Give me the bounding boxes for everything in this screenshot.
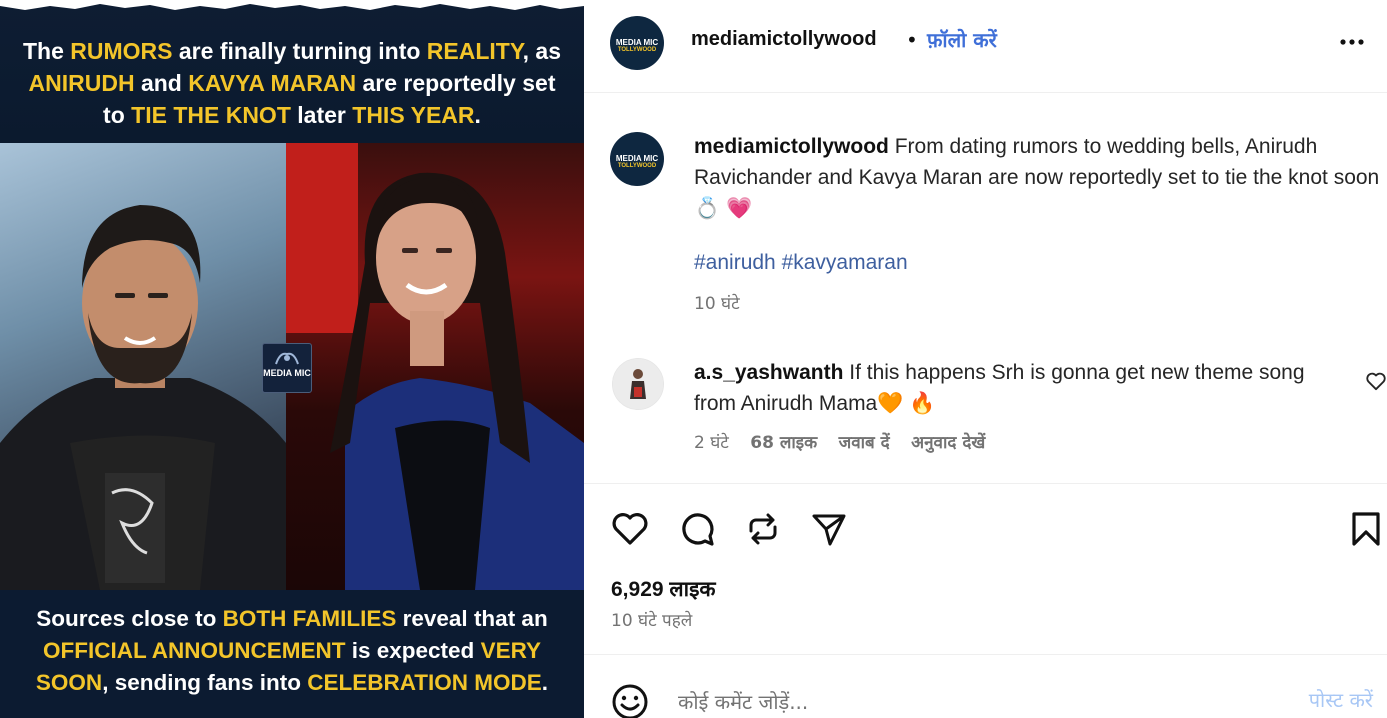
heart-icon[interactable] [610,509,650,549]
image-subtext: Sources close to BOTH FAMILIES reveal th… [0,603,584,699]
man-figure [0,205,286,590]
post-header: MEDIA MIC TOLLYWOOD mediamictollywood • … [584,0,1387,93]
plain-text: . [541,670,549,695]
posted-time: 10 घंटे पहले [611,611,693,631]
headline-line-3: to TIE THE KNOT later THIS YEAR. [0,99,584,131]
follow-button[interactable]: फ़ॉलो करें [927,26,997,53]
bookmark-icon[interactable] [1346,509,1386,549]
highlight-text: SOON [35,670,103,695]
comment-composer: पोस्ट करें [584,654,1387,718]
highlight-text: ANIRUDH [28,70,135,96]
plain-text: Sources close to [36,606,223,631]
post-comment-button[interactable]: पोस्ट करें [1303,685,1379,714]
plain-text: are finally turning into [172,38,427,64]
headline-line-2: ANIRUDH and KAVYA MARAN are reportedly s… [0,67,584,99]
repost-icon[interactable] [743,509,783,549]
highlight-text: OFFICIAL ANNOUNCEMENT [42,638,346,663]
highlight-text: TIE THE KNOT [131,102,291,128]
post-actions: 6,929 लाइक 10 घंटे पहले [584,483,1387,654]
media-mic-watermark: MEDIA MIC [262,343,312,393]
woman-figure [330,172,584,590]
comment-text: a.s_yashwanth If this happens Srh is gon… [694,357,1314,419]
emoji-icon[interactable] [611,683,649,718]
translate-button[interactable]: अनुवाद देखें [911,433,985,453]
highlight-text: CELEBRATION MODE [307,670,542,695]
subtext-line-2: OFFICIAL ANNOUNCEMENT is expected VERY [0,635,584,667]
header-username[interactable]: mediamictollywood [691,28,877,51]
more-horizontal-icon[interactable] [1339,38,1365,46]
comment-input[interactable] [676,685,1260,718]
commenter-username[interactable]: a.s_yashwanth [694,361,843,384]
plain-text: to [103,102,132,128]
couple-photo: MEDIA MIC [0,143,584,590]
caption-text: mediamictollywood From dating rumors to … [694,131,1384,224]
comment-meta: 2 घंटे 68 लाइक जवाब दें अनुवाद देखें [694,430,1001,453]
caption-avatar[interactable]: MEDIA MIC TOLLYWOOD [610,132,664,186]
caption-time: 10 घंटे [694,294,740,314]
comment-icon[interactable] [677,509,717,549]
reply-button[interactable]: जवाब दें [839,433,890,453]
subtext-line-1: Sources close to BOTH FAMILIES reveal th… [0,603,584,635]
plain-text: . [474,102,481,128]
plain-text: and [134,70,189,96]
plain-text: is expected [345,638,481,663]
caption-username[interactable]: mediamictollywood [694,135,889,158]
highlight-text: RUMORS [70,38,173,64]
plain-text: later [290,102,353,128]
separator-dot: • [906,28,918,52]
post-image[interactable]: The RUMORS are finally turning into REAL… [0,0,584,718]
account-avatar[interactable]: MEDIA MIC TOLLYWOOD [610,16,664,70]
headline-line-1: The RUMORS are finally turning into REAL… [0,35,584,67]
highlight-text: BOTH FAMILIES [222,606,397,631]
comment-time: 2 घंटे [694,433,729,453]
highlight-text: VERY [480,638,541,663]
comment-likes[interactable]: 68 लाइक [750,433,817,453]
image-headline: The RUMORS are finally turning into REAL… [0,35,584,131]
plain-text: are reportedly set [356,70,556,96]
instagram-post-view: The RUMORS are finally turning into REAL… [0,0,1387,718]
likes-count[interactable]: 6,929 लाइक [611,575,716,603]
commenter-avatar[interactable] [612,358,664,410]
post-side-panel: MEDIA MIC TOLLYWOOD mediamictollywood • … [584,0,1387,718]
plain-text: The [22,38,71,64]
plain-text: , sending fans into [102,670,308,695]
subtext-line-3: SOON, sending fans into CELEBRATION MODE… [0,667,584,699]
highlight-text: REALITY [426,38,523,64]
comment-heart-icon[interactable] [1365,371,1387,391]
caption-hashtags[interactable]: #anirudh #kavyamaran [694,251,908,275]
plain-text: , as [522,38,562,64]
share-icon[interactable] [809,509,849,549]
torn-paper-edge [0,0,584,10]
highlight-text: KAVYA MARAN [188,70,357,96]
plain-text: reveal that an [396,606,548,631]
highlight-text: THIS YEAR [352,102,475,128]
